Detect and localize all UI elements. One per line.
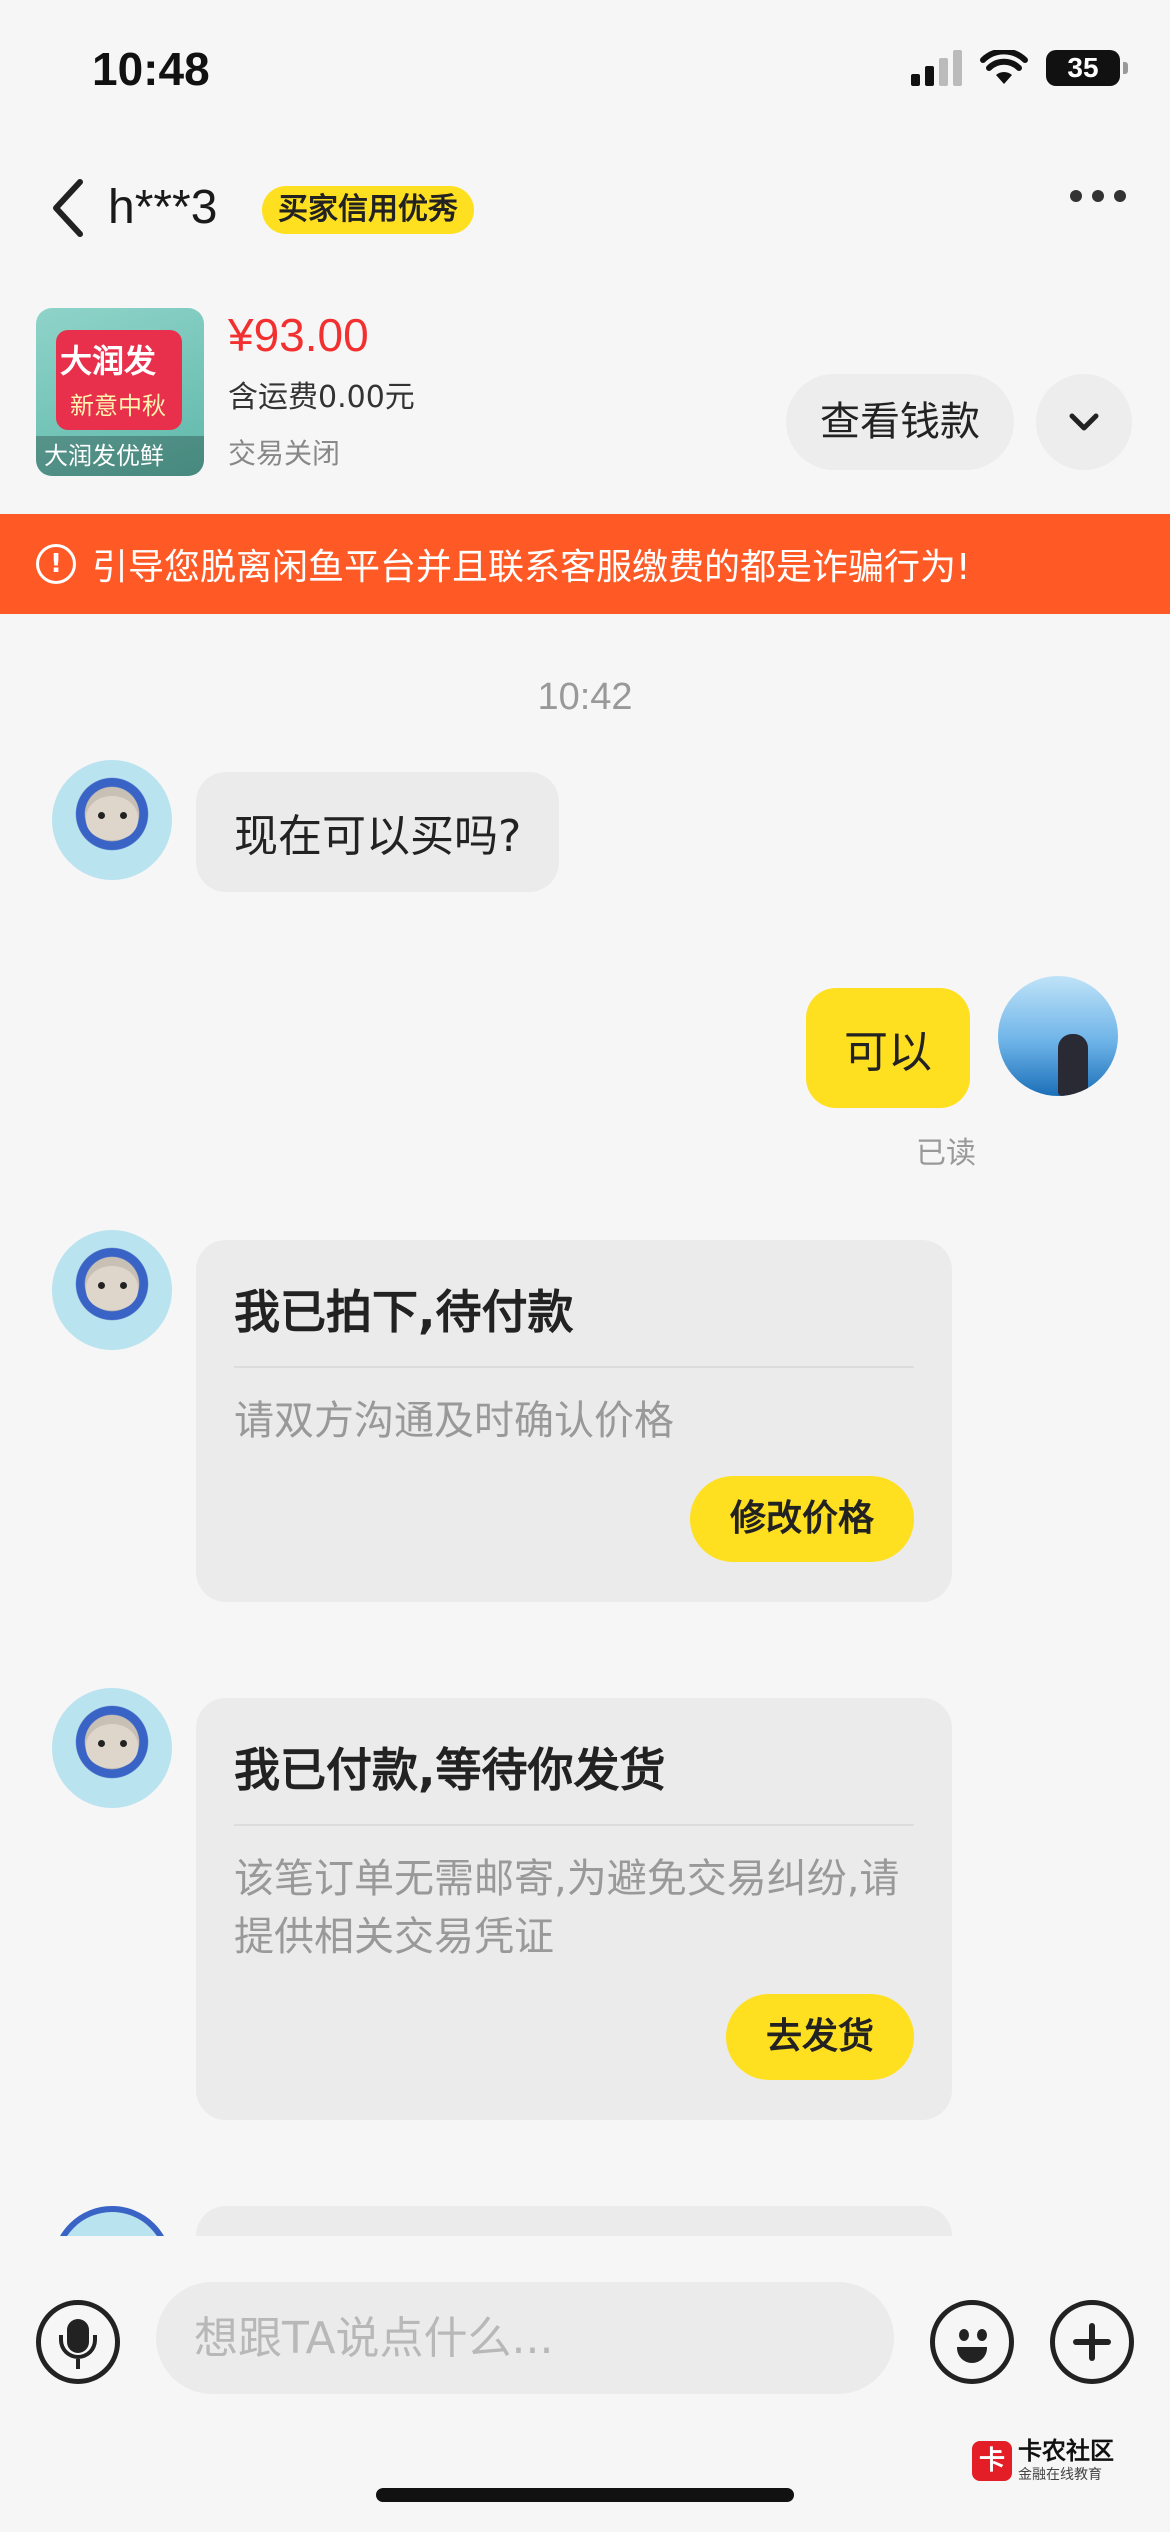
watermark: 卡 卡农社区 金融在线教育 bbox=[972, 2438, 1114, 2484]
card-description: 请双方沟通及时确认价格 bbox=[234, 1398, 674, 1444]
message-text: 可以 bbox=[844, 1027, 932, 1078]
status-icons: 35 bbox=[911, 50, 1128, 86]
shipping-fee: 含运费0.00元 bbox=[228, 380, 415, 415]
order-status-card[interactable]: 我已拍下,待付款 请双方沟通及时确认价格 修改价格 bbox=[196, 1240, 952, 1602]
product-image-title: 大润发 bbox=[60, 342, 157, 380]
smiley-icon bbox=[957, 2347, 987, 2363]
product-image-subtitle: 新意中秋 bbox=[70, 392, 166, 420]
message-bubble-sent[interactable]: 可以 bbox=[806, 988, 970, 1108]
message-timestamp: 10:42 bbox=[537, 676, 633, 718]
card-divider bbox=[234, 1366, 914, 1368]
dot-icon bbox=[1070, 190, 1082, 202]
chevron-down-icon bbox=[1069, 413, 1099, 431]
more-options-button[interactable] bbox=[1070, 190, 1126, 202]
contact-avatar[interactable] bbox=[52, 1688, 172, 1808]
battery-icon: 35 bbox=[1046, 50, 1128, 86]
contact-avatar-partial bbox=[52, 2206, 172, 2236]
modify-price-button[interactable]: 修改价格 bbox=[690, 1476, 914, 1562]
emoji-button[interactable] bbox=[930, 2300, 1014, 2384]
chat-header: h***3 买家信用优秀 bbox=[0, 160, 1170, 256]
signal-icon bbox=[911, 50, 962, 86]
card-title: 我已拍下,待付款 bbox=[234, 1285, 574, 1339]
dot-icon bbox=[1092, 190, 1104, 202]
contact-name: h***3 bbox=[108, 181, 218, 234]
ship-goods-button[interactable]: 去发货 bbox=[726, 1994, 914, 2080]
wifi-icon bbox=[980, 50, 1028, 84]
card-title: 我已付款,等待你发货 bbox=[234, 1743, 666, 1797]
trade-status: 交易关闭 bbox=[228, 437, 341, 470]
read-receipt: 已读 bbox=[916, 1136, 976, 1171]
expand-button[interactable] bbox=[1036, 374, 1132, 470]
contact-avatar[interactable] bbox=[52, 1230, 172, 1350]
warning-text: 引导您脱离闲鱼平台并且联系客服缴费的都是诈骗行为! bbox=[92, 547, 971, 588]
back-button[interactable] bbox=[48, 176, 98, 240]
view-payment-button[interactable]: 查看钱款 bbox=[786, 374, 1014, 470]
order-status-card-partial bbox=[196, 2206, 952, 2236]
add-attachment-button[interactable] bbox=[1050, 2300, 1134, 2384]
product-price: ¥93.00 bbox=[228, 309, 369, 361]
status-bar: 10:48 35 bbox=[0, 0, 1170, 140]
voice-button[interactable] bbox=[36, 2300, 120, 2384]
credit-badge: 买家信用优秀 bbox=[262, 186, 474, 234]
product-card[interactable]: 大润发 新意中秋 大润发优鲜 ¥93.00 含运费0.00元 交易关闭 查看钱款 bbox=[0, 300, 1170, 490]
message-input-bar bbox=[0, 2240, 1170, 2420]
alert-icon: ! bbox=[36, 544, 76, 584]
status-time: 10:48 bbox=[92, 43, 210, 95]
message-input[interactable] bbox=[156, 2282, 894, 2394]
watermark-logo-icon: 卡 bbox=[972, 2441, 1012, 2481]
watermark-title: 卡农社区 bbox=[1018, 2437, 1114, 2465]
product-image[interactable]: 大润发 新意中秋 大润发优鲜 bbox=[36, 308, 204, 476]
dot-icon bbox=[1114, 190, 1126, 202]
watermark-subtitle: 金融在线教育 bbox=[1018, 2467, 1102, 2483]
chevron-left-icon bbox=[53, 179, 83, 237]
card-description: 该笔订单无需邮寄,为避免交易纠纷,请提供相关交易凭证 bbox=[234, 1856, 900, 1960]
message-text: 现在可以买吗? bbox=[234, 811, 522, 862]
product-image-caption: 大润发优鲜 bbox=[36, 436, 204, 476]
home-indicator[interactable] bbox=[376, 2488, 794, 2502]
order-status-card[interactable]: 我已付款,等待你发货 该笔订单无需邮寄,为避免交易纠纷,请提供相关交易凭证 去发… bbox=[196, 1698, 952, 2120]
my-avatar[interactable] bbox=[998, 976, 1118, 1096]
message-bubble-received[interactable]: 现在可以买吗? bbox=[196, 772, 560, 892]
card-divider bbox=[234, 1824, 914, 1826]
contact-avatar[interactable] bbox=[52, 760, 172, 880]
fraud-warning-banner: ! 引导您脱离闲鱼平台并且联系客服缴费的都是诈骗行为! bbox=[0, 514, 1170, 614]
